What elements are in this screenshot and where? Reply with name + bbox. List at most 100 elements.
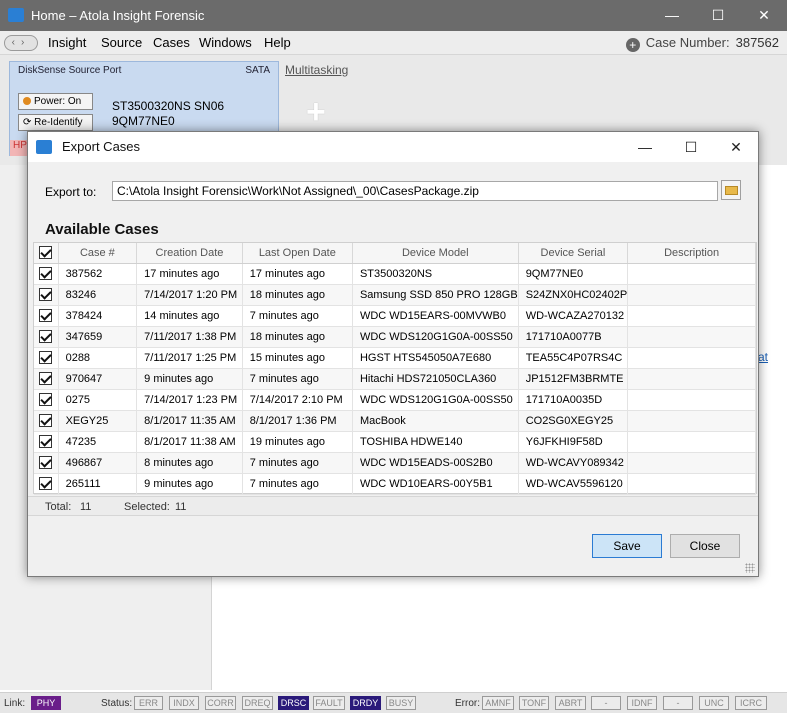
cell-creation-date: 8/1/2017 11:35 AM: [136, 410, 243, 432]
atola-dialog-icon: [36, 140, 52, 154]
cases-grid: Case # Creation Date Last Open Date Devi…: [33, 242, 757, 495]
close-window-button[interactable]: ✕: [741, 0, 787, 31]
column-header-creation-date[interactable]: Creation Date: [136, 243, 243, 264]
error-label: Error:: [455, 698, 480, 709]
export-path-input[interactable]: [112, 181, 718, 201]
available-cases-heading: Available Cases: [45, 221, 159, 238]
check-icon: [39, 246, 53, 260]
row-checkbox[interactable]: [34, 473, 59, 495]
row-checkbox[interactable]: [34, 305, 59, 327]
link-phy-indicator: PHY: [31, 696, 61, 710]
table-row[interactable]: 496867 8 minutes ago 7 minutes ago WDC WD15…: [34, 452, 756, 474]
column-header-device-model[interactable]: Device Model: [352, 243, 519, 264]
add-source-plus-icon[interactable]: +: [306, 93, 326, 132]
maximize-button[interactable]: ☐: [695, 0, 741, 31]
error-abrt: ABRT: [555, 696, 586, 710]
minimize-button[interactable]: —: [649, 0, 695, 31]
table-row[interactable]: 0288 7/11/2017 1:25 PM 15 minutes ago HGST …: [34, 347, 756, 369]
status-indx: INDX: [169, 696, 199, 710]
cell-creation-date: 8 minutes ago: [136, 452, 243, 474]
power-button[interactable]: Power: On: [18, 93, 93, 110]
column-header-device-serial[interactable]: Device Serial: [518, 243, 629, 264]
column-header-last-open-date[interactable]: Last Open Date: [242, 243, 353, 264]
background-link-fragment[interactable]: at: [758, 350, 768, 364]
row-checkbox[interactable]: [34, 389, 59, 411]
dialog-title: Export Cases: [62, 139, 141, 154]
cell-case-number: 265111: [58, 473, 138, 495]
menu-cases[interactable]: Cases: [153, 35, 190, 50]
cell-device-model: WDC WDS120G1G0A-00SS50: [352, 389, 519, 411]
cell-description: [627, 305, 756, 327]
resize-grip-icon[interactable]: [745, 563, 755, 573]
menu-windows[interactable]: Windows: [199, 35, 252, 50]
select-all-checkbox[interactable]: [34, 243, 59, 264]
check-icon: [39, 351, 53, 364]
cell-creation-date: 7/11/2017 1:25 PM: [136, 347, 243, 369]
status-drsc: DRSC: [278, 696, 309, 710]
cell-description: [627, 284, 756, 306]
menu-help[interactable]: Help: [264, 35, 291, 50]
error-idnf: IDNF: [627, 696, 657, 710]
cell-device-serial: JP1512FM3BRMTE: [518, 368, 629, 390]
error-blank-1: -: [591, 696, 621, 710]
table-row[interactable]: 83246 7/14/2017 1:20 PM 18 minutes ago Sams…: [34, 284, 756, 306]
dialog-maximize-button[interactable]: ☐: [668, 132, 714, 162]
error-tonf: TONF: [519, 696, 549, 710]
cell-last-open-date: 15 minutes ago: [242, 347, 353, 369]
selected-value: 11: [175, 501, 187, 513]
multitasking-link[interactable]: Multitasking: [285, 63, 348, 77]
row-checkbox[interactable]: [34, 431, 59, 453]
menu-insight[interactable]: Insight: [48, 35, 86, 50]
column-header-case-number[interactable]: Case #: [58, 243, 138, 264]
row-checkbox[interactable]: [34, 326, 59, 348]
table-row[interactable]: 47235 8/1/2017 11:38 AM 19 minutes ago TOSH…: [34, 431, 756, 453]
table-row[interactable]: XEGY25 8/1/2017 11:35 AM 8/1/2017 1:36 PM M…: [34, 410, 756, 432]
back-forward-arrows-icon[interactable]: ‹›: [4, 35, 38, 51]
check-icon: [39, 435, 53, 448]
close-button[interactable]: Close: [670, 534, 740, 558]
dialog-close-button[interactable]: ✕: [713, 132, 759, 162]
cell-last-open-date: 7 minutes ago: [242, 368, 353, 390]
refresh-icon: ⟳: [23, 117, 35, 128]
row-checkbox[interactable]: [34, 452, 59, 474]
check-icon: [39, 477, 53, 490]
check-icon: [39, 309, 53, 322]
check-icon: [39, 330, 53, 343]
column-header-description[interactable]: Description: [627, 243, 756, 264]
link-label: Link:: [4, 698, 26, 709]
cell-last-open-date: 7 minutes ago: [242, 452, 353, 474]
cell-creation-date: 17 minutes ago: [136, 263, 243, 285]
cell-device-model: WDC WDS120G1G0A-00SS50: [352, 326, 519, 348]
row-checkbox[interactable]: [34, 263, 59, 285]
cell-device-serial: WD-WCAZA270132: [518, 305, 629, 327]
row-checkbox[interactable]: [34, 284, 59, 306]
table-row[interactable]: 970647 9 minutes ago 7 minutes ago Hitachi …: [34, 368, 756, 390]
row-checkbox[interactable]: [34, 347, 59, 369]
menu-source[interactable]: Source: [101, 35, 142, 50]
status-bar: Link: PHY Status: ERR INDX CORR DREQ DRS…: [0, 692, 787, 713]
cell-description: [627, 473, 756, 495]
row-checkbox[interactable]: [34, 368, 59, 390]
browse-folder-button[interactable]: [721, 180, 741, 200]
main-titlebar: Home – Atola Insight Forensic — ☐ ✕: [0, 0, 787, 31]
case-number[interactable]: + Case Number: 387562: [625, 35, 779, 52]
check-icon: [39, 288, 53, 301]
table-row[interactable]: 347659 7/11/2017 1:38 PM 18 minutes ago WDC…: [34, 326, 756, 348]
check-icon: [39, 393, 53, 406]
total-label: Total:: [45, 501, 72, 513]
check-icon: [39, 267, 53, 280]
table-row[interactable]: 387562 17 minutes ago 17 minutes ago ST3500…: [34, 263, 756, 285]
table-row[interactable]: 0275 7/14/2017 1:23 PM 7/14/2017 2:10 PM WD…: [34, 389, 756, 411]
reidentify-button[interactable]: ⟳ Re-Identify: [18, 114, 93, 131]
table-row[interactable]: 378424 14 minutes ago 7 minutes ago WDC WD1…: [34, 305, 756, 327]
save-button[interactable]: Save: [592, 534, 662, 558]
table-row[interactable]: 265111 9 minutes ago 7 minutes ago WDC WD10…: [34, 473, 756, 495]
row-checkbox[interactable]: [34, 410, 59, 432]
cell-last-open-date: 8/1/2017 1:36 PM: [242, 410, 353, 432]
error-blank-2: -: [663, 696, 693, 710]
dialog-minimize-button[interactable]: —: [622, 132, 668, 162]
cell-case-number: 47235: [58, 431, 138, 453]
error-amnf: AMNF: [482, 696, 514, 710]
source-port-title: DiskSense Source Port: [18, 65, 122, 76]
cell-creation-date: 9 minutes ago: [136, 473, 243, 495]
